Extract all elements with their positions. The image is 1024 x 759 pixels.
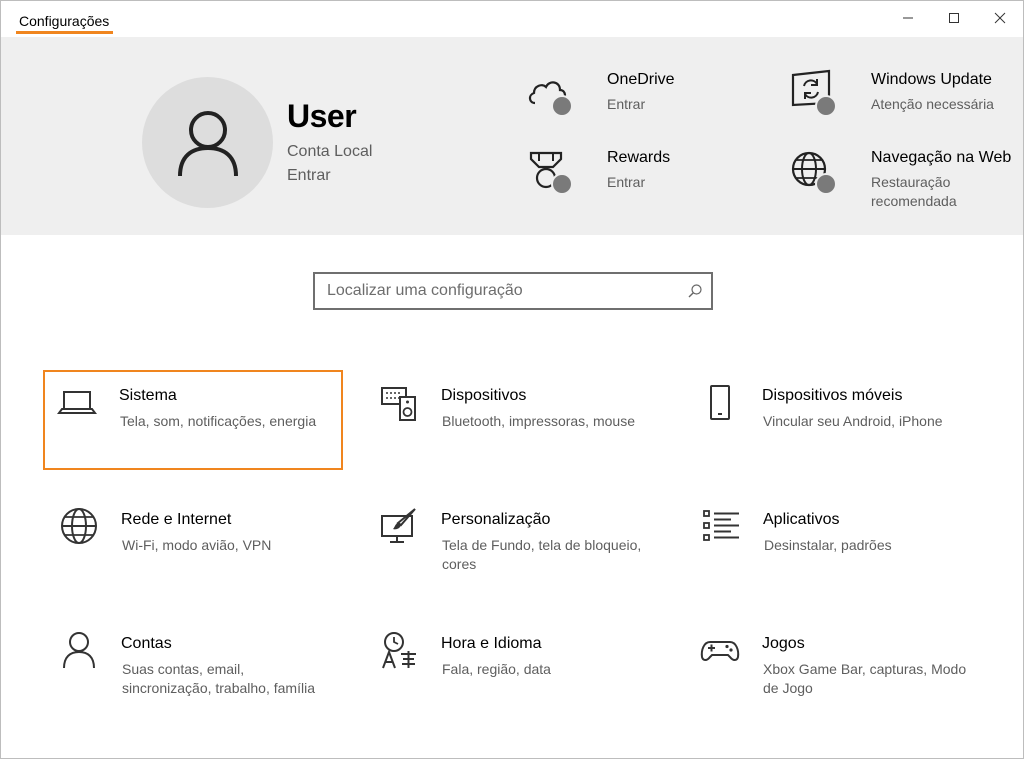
search-box[interactable] (313, 272, 713, 310)
rewards-subtitle: Entrar (607, 174, 646, 190)
maximize-icon (949, 13, 959, 23)
search-icon[interactable] (687, 283, 703, 299)
category-subtitle: Vincular seu Android, iPhone (763, 413, 943, 429)
title-bar: Configurações (1, 1, 1023, 37)
category-title: Personalização (441, 511, 551, 528)
onedrive-title: OneDrive (607, 71, 675, 88)
gamepad-icon (700, 641, 740, 661)
category-title: Rede e Internet (121, 511, 232, 528)
category-hora-e-idioma[interactable]: Hora e Idioma Fala, região, data (365, 618, 665, 718)
onedrive-subtitle: Entrar (607, 96, 646, 112)
category-aplicativos[interactable]: Aplicativos Desinstalar, padrões (687, 494, 987, 594)
category-personalizacao[interactable]: Personalização Tela de Fundo, tela de bl… (365, 494, 665, 594)
paintbrush-icon (381, 508, 416, 543)
devices-icon (381, 387, 416, 421)
category-title: Dispositivos móveis (762, 387, 903, 404)
category-subtitle-line2: cores (442, 556, 477, 572)
header-item-onedrive[interactable]: OneDrive Entrar (525, 69, 725, 129)
account-header: User Conta Local Entrar OneDrive Entrar … (1, 37, 1023, 235)
web-browsing-subtitle-line1: Restauração (871, 174, 951, 190)
category-contas[interactable]: Contas Suas contas, email, sincronização… (45, 618, 345, 718)
category-rede-e-internet[interactable]: Rede e Internet Wi-Fi, modo avião, VPN (45, 494, 345, 594)
category-subtitle-line1: Xbox Game Bar, capturas, Modo (763, 661, 967, 677)
category-title: Hora e Idioma (441, 635, 542, 652)
person-icon (63, 632, 95, 669)
header-item-web-browsing[interactable]: Navegação na Web Restauração recomendada (789, 147, 1021, 217)
category-title: Sistema (119, 387, 177, 404)
laptop-icon (57, 391, 97, 414)
category-title: Contas (121, 635, 172, 652)
account-type: Conta Local (287, 143, 373, 160)
category-subtitle: Wi-Fi, modo avião, VPN (122, 537, 272, 553)
status-dot (551, 173, 573, 195)
title-focus-underline (16, 31, 113, 34)
category-subtitle-line2: de Jogo (763, 680, 813, 696)
user-name: User (287, 98, 357, 134)
web-browsing-subtitle-line2: recomendada (871, 193, 957, 209)
category-subtitle-line1: Tela de Fundo, tela de bloqueio, (442, 537, 642, 553)
category-subtitle: Desinstalar, padrões (764, 537, 892, 553)
category-dispositivos-moveis[interactable]: Dispositivos móveis Vincular seu Android… (686, 370, 986, 470)
category-title: Dispositivos (441, 387, 527, 404)
globe-icon (61, 508, 97, 544)
time-language-icon (382, 632, 416, 669)
category-dispositivos[interactable]: Dispositivos Bluetooth, impressoras, mou… (365, 370, 665, 470)
category-title: Jogos (762, 635, 805, 652)
maximize-button[interactable] (931, 1, 977, 35)
close-button[interactable] (977, 1, 1023, 35)
status-dot (815, 95, 837, 117)
minimize-button[interactable] (885, 1, 931, 35)
settings-window: Configurações User Conta Local Entrar On… (0, 0, 1024, 759)
search-input[interactable] (327, 280, 677, 302)
phone-icon (710, 385, 730, 420)
person-icon (177, 110, 238, 176)
window-title: Configurações (19, 13, 110, 29)
category-sistema[interactable]: Sistema Tela, som, notificações, energia (43, 370, 343, 470)
category-subtitle: Tela, som, notificações, energia (120, 413, 317, 429)
windows-update-subtitle: Atenção necessária (871, 96, 994, 112)
avatar[interactable] (142, 77, 273, 208)
web-browsing-title: Navegação na Web (871, 149, 1012, 166)
category-jogos[interactable]: Jogos Xbox Game Bar, capturas, Modo de J… (686, 618, 986, 718)
category-subtitle-line1: Suas contas, email, (122, 661, 245, 677)
header-item-rewards[interactable]: Rewards Entrar (525, 147, 725, 207)
rewards-title: Rewards (607, 149, 671, 166)
header-item-windows-update[interactable]: Windows Update Atenção necessária (789, 69, 1021, 129)
category-subtitle-line2: sincronização, trabalho, família (122, 680, 315, 696)
windows-update-title: Windows Update (871, 71, 992, 88)
category-subtitle: Bluetooth, impressoras, mouse (442, 413, 635, 429)
minimize-icon (903, 17, 913, 19)
category-title: Aplicativos (763, 511, 840, 528)
apps-list-icon (703, 510, 739, 541)
category-subtitle: Fala, região, data (442, 661, 551, 677)
status-dot (815, 173, 837, 195)
close-icon (994, 12, 1006, 24)
status-dot (551, 95, 573, 117)
sign-in-link[interactable]: Entrar (287, 167, 331, 185)
